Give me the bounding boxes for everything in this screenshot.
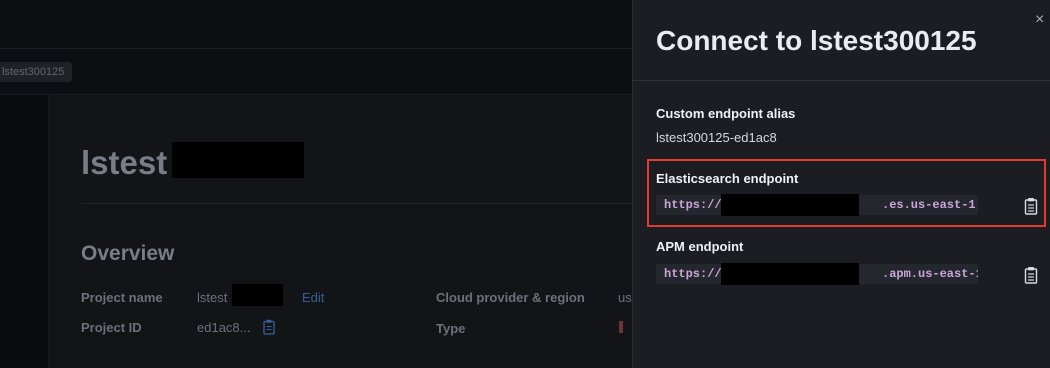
modal-backdrop[interactable] <box>0 0 632 368</box>
flyout-header: Connect to lstest300125 × <box>633 0 1050 81</box>
apm-endpoint-label: APM endpoint <box>656 239 744 254</box>
copy-apm-endpoint-icon[interactable] <box>1023 266 1039 284</box>
highlight-box <box>647 159 1046 227</box>
flyout-title: Connect to lstest300125 <box>656 25 977 56</box>
endpoint-suffix: .apm.us-east-1.aws... <box>882 267 978 281</box>
alias-value: lstest300125-ed1ac8 <box>656 130 777 145</box>
close-icon[interactable]: × <box>1035 12 1044 28</box>
endpoint-prefix: https:// <box>664 267 722 281</box>
redaction-block <box>721 263 859 285</box>
alias-label: Custom endpoint alias <box>656 106 796 121</box>
